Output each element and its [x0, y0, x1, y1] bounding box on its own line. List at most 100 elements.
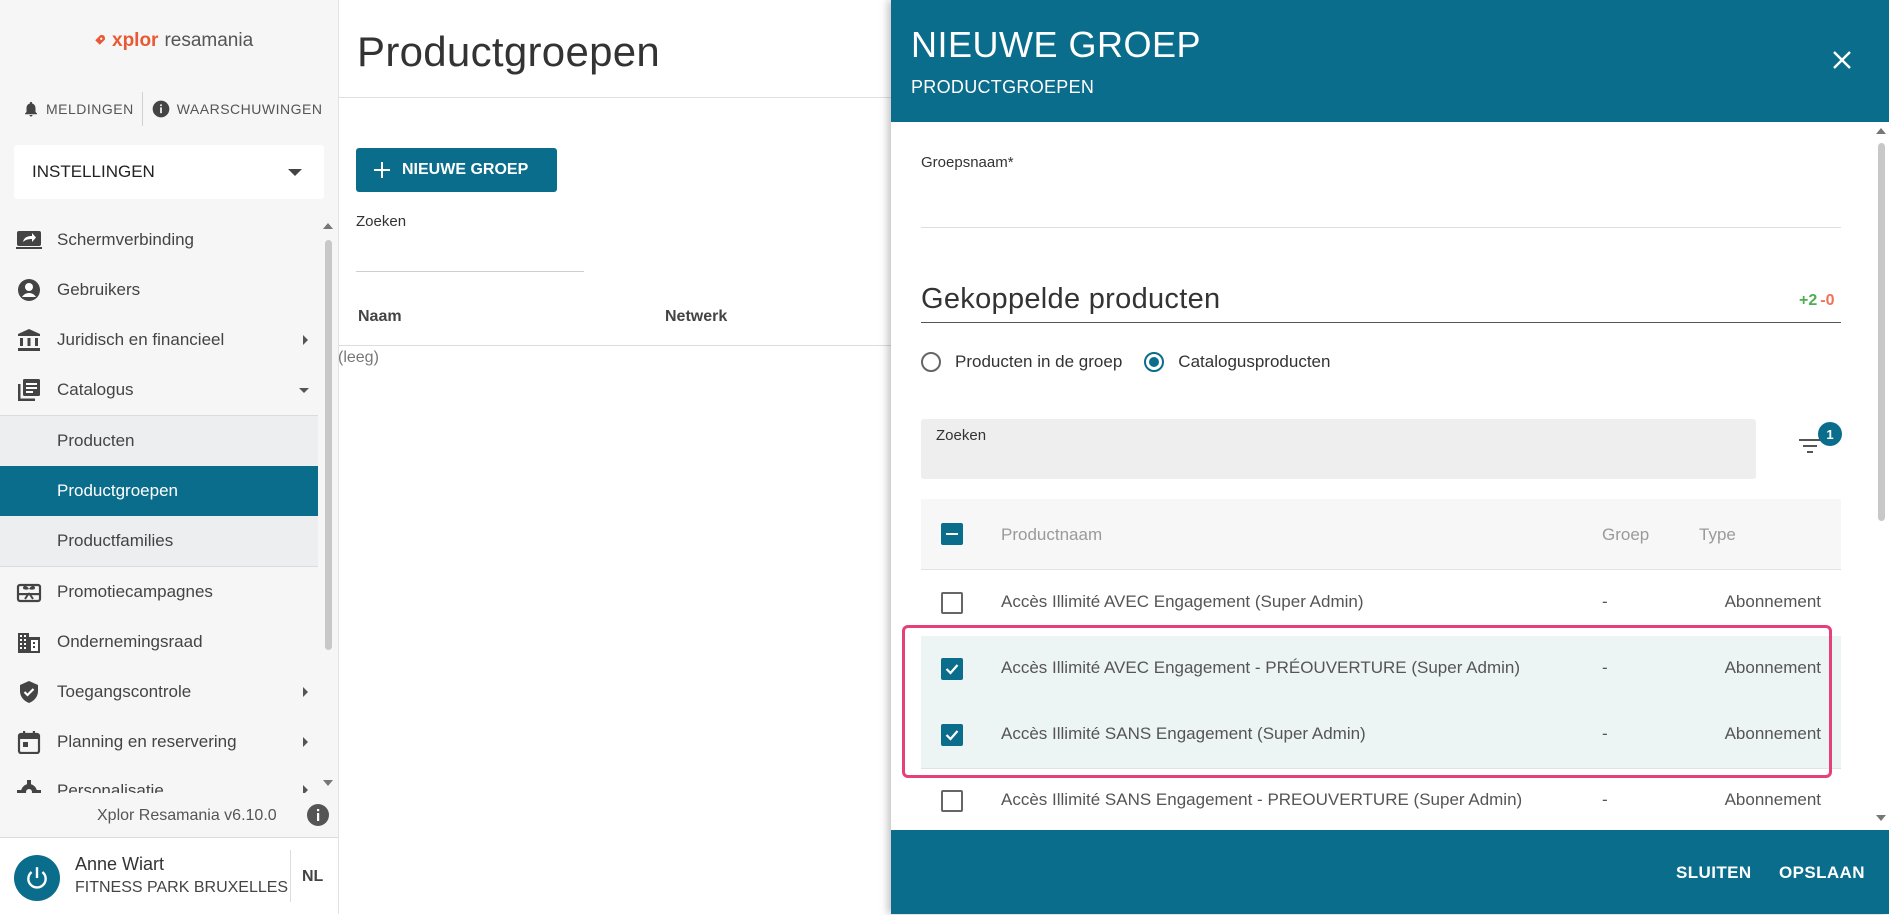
sidebar-item-producten[interactable]: Producten [0, 416, 318, 466]
chevron-right-icon [303, 737, 308, 747]
select-all-checkbox[interactable] [941, 523, 963, 545]
new-group-drawer: NIEUWE GROEP PRODUCTGROEPEN Groepsnaam* … [891, 0, 1889, 914]
sidebar-item-label: Schermverbinding [57, 230, 195, 249]
table-row[interactable]: Accès Illimité AVEC Engagement (Super Ad… [921, 570, 1841, 637]
sidebar-item-label: Personalisatie [57, 781, 164, 793]
language-switcher[interactable]: NL [302, 868, 323, 886]
drawer-footer: SLUITEN OPSLAAN [891, 830, 1889, 914]
catalogus-submenu: Producten Productgroepen Productfamilies [0, 415, 318, 567]
product-type: Abonnement [1724, 790, 1821, 809]
close-button[interactable]: SLUITEN [1676, 863, 1752, 883]
drawer-scrollbar[interactable] [1878, 143, 1885, 521]
alerts-bar: MELDINGEN WAARSCHUWINGEN [22, 92, 322, 126]
search-label: Zoeken [356, 213, 407, 230]
screen-share-icon [16, 228, 42, 252]
product-name: Accès Illimité SANS Engagement (Super Ad… [1001, 724, 1366, 743]
new-group-button[interactable]: NIEUWE GROEP [356, 148, 557, 192]
product-name: Accès Illimité SANS Engagement - PREOUVE… [1001, 790, 1523, 809]
sidebar-item-planning[interactable]: Planning en reservering [0, 717, 318, 767]
scroll-up-arrow[interactable] [1876, 128, 1886, 134]
sidebar: xplor resamania MELDINGEN WAARSCHUWINGEN… [0, 0, 339, 915]
sidebar-item-label: Juridisch en financieel [57, 330, 225, 349]
sidebar-item-promotiecampagnes[interactable]: Promotiecampagnes [0, 567, 318, 617]
chevron-down-icon [299, 387, 309, 393]
product-name: Accès Illimité AVEC Engagement (Super Ad… [1001, 592, 1364, 611]
sidebar-item-productfamilies[interactable]: Productfamilies [0, 516, 318, 566]
row-checkbox[interactable] [941, 658, 963, 680]
column-header-naam[interactable]: Naam [358, 308, 402, 326]
sidebar-item-personalisatie[interactable]: Personalisatie [0, 767, 318, 793]
sidebar-item-label: Promotiecampagnes [57, 582, 213, 601]
group-name-input[interactable] [921, 227, 1841, 228]
column-header-productnaam[interactable]: Productnaam [1001, 525, 1102, 545]
warnings-button[interactable]: WAARSCHUWINGEN [151, 99, 323, 119]
chevron-right-icon [303, 335, 308, 345]
sidebar-item-catalogus[interactable]: Catalogus [0, 365, 318, 415]
shield-check-icon [16, 680, 42, 704]
logout-button[interactable] [14, 855, 60, 901]
radio-catalog-label[interactable]: Catalogusproducten [1178, 352, 1330, 372]
table-row[interactable]: Accès Illimité SANS Engagement - PREOUVE… [921, 768, 1841, 830]
building-icon [16, 630, 42, 654]
product-search-input[interactable]: Zoeken [921, 419, 1756, 479]
chevron-right-icon [303, 687, 308, 697]
empty-state: (leeg) [338, 349, 379, 366]
sidebar-item-juridisch[interactable]: Juridisch en financieel [0, 315, 318, 365]
page-header: Productgroepen [339, 0, 891, 98]
group-name-label: Groepsnaam* [921, 154, 1014, 171]
notifications-button[interactable]: MELDINGEN [22, 100, 134, 118]
column-header-type[interactable]: Type [1699, 525, 1736, 545]
sidebar-item-gebruikers[interactable]: Gebruikers [0, 265, 318, 315]
user-bar: Anne Wiart FITNESS PARK BRUXELLES NL [0, 837, 338, 915]
sidebar-item-productgroepen[interactable]: Productgroepen [0, 466, 318, 516]
scroll-up-arrow[interactable] [323, 223, 333, 229]
removed-count: -0 [1820, 292, 1835, 309]
row-checkbox[interactable] [941, 724, 963, 746]
change-counts: +2 -0 [1799, 292, 1834, 310]
divider [290, 850, 291, 902]
info-icon [151, 99, 171, 119]
section-select[interactable]: INSTELLINGEN [14, 145, 324, 199]
logo-brand: xplor [112, 30, 159, 51]
product-group: - [1602, 724, 1608, 743]
scroll-down-arrow[interactable] [323, 780, 333, 786]
product-search-label: Zoeken [936, 427, 987, 444]
close-icon[interactable] [1832, 50, 1852, 70]
radio-in-group-label[interactable]: Producten in de groep [955, 352, 1122, 372]
bell-icon [22, 100, 40, 118]
logo-product: resamania [164, 30, 254, 51]
column-header-netwerk[interactable]: Netwerk [665, 308, 727, 326]
sidebar-item-toegangscontrole[interactable]: Toegangscontrole [0, 667, 318, 717]
sidebar-scrollbar[interactable] [325, 240, 332, 650]
drawer-title: NIEUWE GROEP [911, 24, 1202, 65]
chevron-down-icon [288, 168, 302, 176]
radio-catalog[interactable] [1144, 352, 1165, 372]
sidebar-item-label: Planning en reservering [57, 732, 237, 751]
product-scope-radio-group: Producten in de groep Catalogusproducten [921, 352, 1330, 372]
radio-in-group[interactable] [921, 352, 941, 372]
product-group: - [1602, 658, 1608, 677]
check-icon [945, 730, 959, 741]
product-group: - [1602, 790, 1608, 809]
product-name: Accès Illimité AVEC Engagement - PRÉOUVE… [1001, 658, 1520, 677]
save-button[interactable]: OPSLAAN [1779, 863, 1865, 883]
table-row[interactable]: Accès Illimité AVEC Engagement - PRÉOUVE… [921, 636, 1841, 703]
info-icon[interactable] [306, 803, 330, 827]
logo[interactable]: xplor resamania [90, 30, 253, 52]
user-name: Anne Wiart [75, 854, 165, 874]
scroll-down-arrow[interactable] [1876, 815, 1886, 821]
filter-count-badge: 1 [1818, 422, 1842, 446]
product-type: Abonnement [1724, 724, 1821, 743]
column-header-groep[interactable]: Groep [1602, 525, 1649, 545]
bank-icon [16, 328, 42, 352]
sidebar-item-schermverbinding[interactable]: Schermverbinding [0, 215, 318, 265]
section-select-value: INSTELLINGEN [32, 162, 155, 181]
row-checkbox[interactable] [941, 790, 963, 812]
filter-icon[interactable] [1799, 437, 1821, 455]
sidebar-item-ondernemingsraad[interactable]: Ondernemingsraad [0, 617, 318, 667]
row-checkbox[interactable] [941, 592, 963, 614]
sidebar-item-label: Gebruikers [57, 280, 141, 299]
table-row[interactable]: Accès Illimité SANS Engagement (Super Ad… [921, 702, 1841, 769]
sidebar-item-label: Productfamilies [57, 531, 174, 550]
search-input[interactable] [356, 271, 584, 272]
